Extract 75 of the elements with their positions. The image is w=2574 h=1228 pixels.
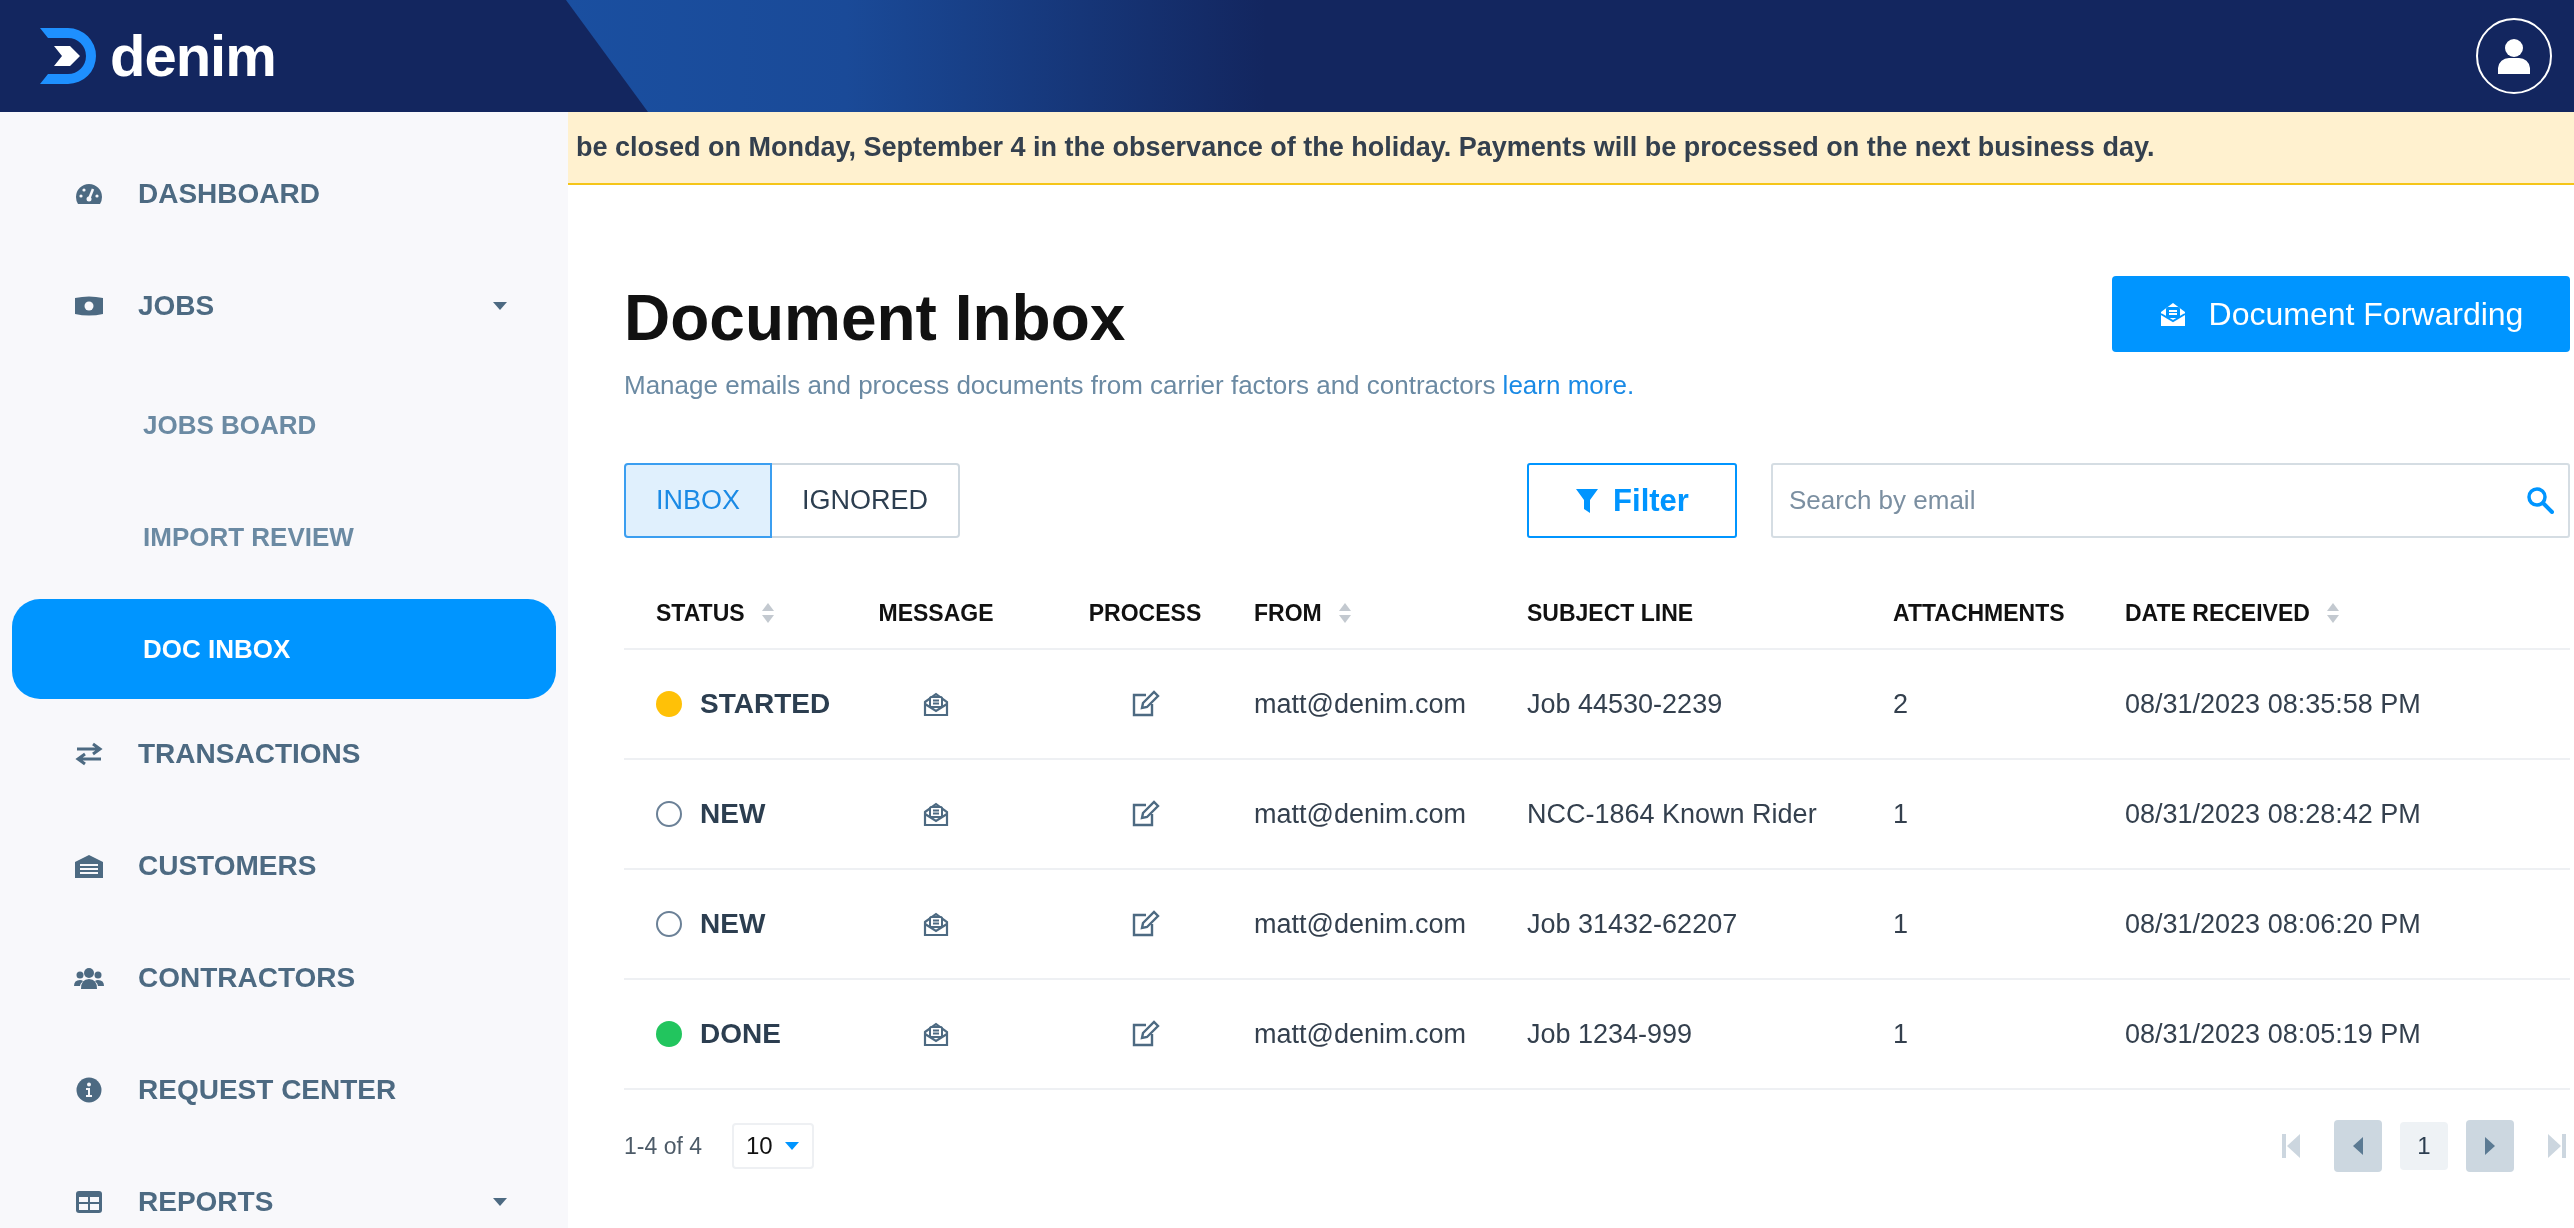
- subject-text: Job 44530-2239: [1527, 688, 1723, 720]
- date-received: 08/31/2023 08:35:58 PM: [2125, 688, 2421, 720]
- users-icon: [74, 965, 104, 991]
- column-header: ATTACHMENTS: [1893, 599, 2065, 627]
- sender-email: matt@denim.com: [1254, 908, 1466, 940]
- filter-button[interactable]: Filter: [1527, 463, 1737, 538]
- sidebar-subitem[interactable]: IMPORT REVIEW: [12, 510, 556, 564]
- sidebar-item[interactable]: TRANSACTIONS: [12, 727, 556, 781]
- envelope-open-icon[interactable]: [922, 690, 950, 718]
- caret-right-icon: [2485, 1137, 2495, 1155]
- sidebar-item[interactable]: REQUEST CENTER: [12, 1063, 556, 1117]
- notice-text: be closed on Monday, September 4 in the observance of the holiday. Payments will be processed on the next business day.: [576, 132, 2155, 163]
- subject-text: Job 31432-62207: [1527, 908, 1738, 940]
- attachment-count: 1: [1893, 1018, 1909, 1050]
- page-title: Document Inbox: [624, 281, 1127, 356]
- envelope-open-icon[interactable]: [922, 910, 950, 938]
- gauge-icon: [74, 181, 104, 207]
- sender-email: matt@denim.com: [1254, 1018, 1466, 1050]
- next-page-button[interactable]: [2466, 1120, 2514, 1172]
- learn-more-link[interactable]: learn more.: [1502, 370, 1635, 400]
- sidebar-subitem[interactable]: JOBS BOARD: [12, 398, 556, 452]
- status-text: DONE: [700, 1018, 781, 1050]
- edit-icon[interactable]: [1130, 800, 1160, 828]
- search-icon: [2526, 486, 2554, 514]
- page-range: 1-4 of 4: [624, 1132, 702, 1160]
- funnel-icon: [1575, 487, 1600, 514]
- attachment-count: 1: [1893, 798, 1909, 830]
- sidebar-subitem[interactable]: DOC INBOX: [12, 599, 556, 699]
- caret-icon: [784, 1141, 800, 1151]
- status-text: NEW: [700, 908, 766, 940]
- column-header: DATE RECEIVED: [2125, 599, 2310, 627]
- edit-icon[interactable]: [1130, 1020, 1160, 1048]
- column-header: SUBJECT LINE: [1527, 599, 1694, 627]
- table-icon: [74, 1189, 104, 1215]
- caret-left-icon: [2353, 1137, 2363, 1155]
- logo-text: denim: [110, 27, 276, 85]
- subject-text: NCC-1864 Known Rider: [1527, 798, 1817, 830]
- sidebar-item[interactable]: DASHBOARD: [12, 167, 556, 221]
- column-header: FROM: [1254, 599, 1322, 627]
- sidebar-item[interactable]: REPORTS: [12, 1175, 556, 1228]
- current-page[interactable]: 1: [2400, 1122, 2448, 1170]
- envelope-open-icon[interactable]: [922, 800, 950, 828]
- document-forwarding-button[interactable]: Document Forwarding: [2112, 276, 2570, 352]
- sidebar-item[interactable]: CONTRACTORS: [12, 951, 556, 1005]
- status-text: STARTED: [700, 688, 831, 720]
- envelope-open-icon[interactable]: [922, 1020, 950, 1048]
- logo-icon: [40, 28, 98, 84]
- date-received: 08/31/2023 08:28:42 PM: [2125, 798, 2421, 830]
- column-header: MESSAGE: [878, 599, 994, 627]
- subject-text: Job 1234-999: [1527, 1018, 1693, 1050]
- info-icon: [74, 1077, 104, 1103]
- date-received: 08/31/2023 08:06:20 PM: [2125, 908, 2421, 940]
- user-avatar-button[interactable]: [2476, 18, 2552, 94]
- date-received: 08/31/2023 08:05:19 PM: [2125, 1018, 2421, 1050]
- sender-email: matt@denim.com: [1254, 798, 1466, 830]
- previous-page-button[interactable]: [2334, 1120, 2382, 1172]
- status-text: NEW: [700, 798, 766, 830]
- user-icon: [2497, 38, 2531, 74]
- edit-icon[interactable]: [1130, 910, 1160, 938]
- attachment-count: 1: [1893, 908, 1909, 940]
- search-field[interactable]: Search by email: [1771, 463, 2570, 538]
- page-size-dropdown[interactable]: 10: [732, 1123, 814, 1169]
- edit-icon[interactable]: [1130, 690, 1160, 718]
- envelope-open-icon: [2158, 300, 2187, 328]
- tab[interactable]: IGNORED: [772, 463, 961, 538]
- column-header: STATUS: [656, 599, 745, 627]
- tab[interactable]: INBOX: [624, 463, 773, 538]
- warehouse-icon: [74, 853, 104, 879]
- attachment-count: 2: [1893, 688, 1909, 720]
- sidebar-item[interactable]: JOBS: [12, 279, 556, 333]
- sender-email: matt@denim.com: [1254, 688, 1466, 720]
- sidebar-item[interactable]: CUSTOMERS: [12, 839, 556, 893]
- page-description: Manage emails and process documents from carrier factors and contractors learn more.: [624, 370, 1635, 401]
- column-header: PROCESS: [1088, 599, 1202, 627]
- swap-arrows-icon: [74, 741, 104, 767]
